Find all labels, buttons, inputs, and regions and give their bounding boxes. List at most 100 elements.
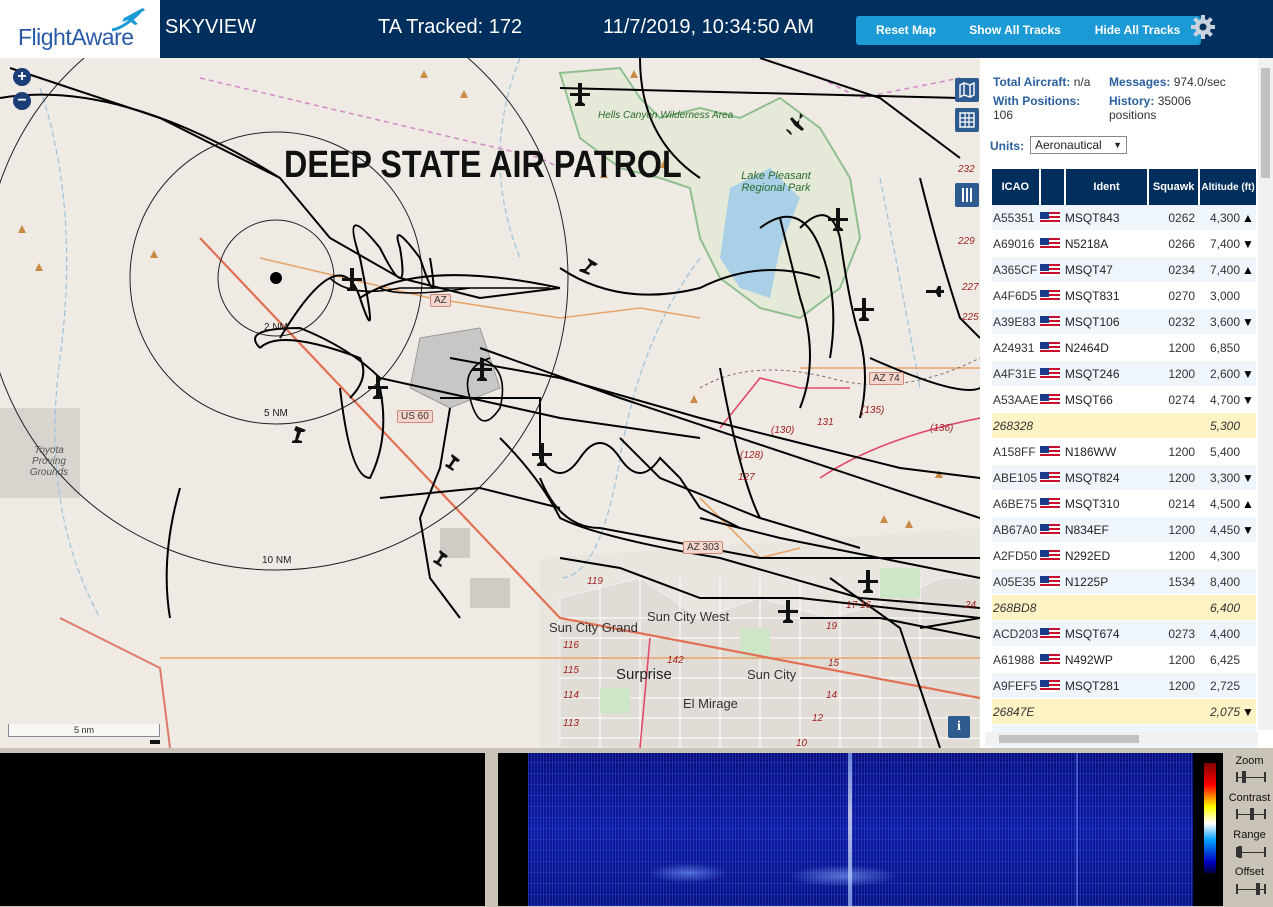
info-button[interactable]: i bbox=[948, 716, 970, 738]
aircraft-row[interactable]: A2FD50 N292ED 1200 4,300 bbox=[992, 542, 1256, 569]
scroll-thumb[interactable] bbox=[999, 735, 1139, 743]
route-135: (135) bbox=[861, 405, 885, 416]
altitude-trend-icon: ▼ bbox=[1240, 308, 1256, 335]
top-header: FlightAware SKYVIEW TA Tracked: 172 11/7… bbox=[0, 0, 1273, 58]
aircraft-icao: A4F31E bbox=[992, 360, 1040, 387]
aircraft-row[interactable]: AB67A0 N834EF 1200 4,450 ▼ bbox=[992, 516, 1256, 543]
offset-slider[interactable] bbox=[1236, 883, 1266, 895]
aircraft-row[interactable]: A9FEF5 MSQT281 1200 2,725 bbox=[992, 672, 1256, 699]
vertical-scrollbar[interactable] bbox=[1258, 58, 1273, 730]
grid-toggle-button[interactable] bbox=[955, 108, 979, 132]
aircraft-row[interactable]: ABE105 MSQT824 1200 3,300 ▼ bbox=[992, 464, 1256, 491]
aircraft-ident: N492WP bbox=[1064, 646, 1149, 673]
aircraft-row[interactable]: A69016 N5218A 0266 7,400 ▼ bbox=[992, 230, 1256, 257]
aircraft-row[interactable]: ACD203 MSQT674 0273 4,400 bbox=[992, 620, 1256, 647]
contrast-slider[interactable] bbox=[1236, 808, 1266, 820]
altitude-trend-icon: ▼ bbox=[1240, 386, 1256, 413]
route-17: 17 bbox=[846, 600, 858, 611]
messages-stat: Messages: 974.0/sec bbox=[1109, 75, 1226, 89]
flightaware-logo[interactable]: FlightAware bbox=[0, 0, 160, 58]
col-header-altitude[interactable]: Altitude (ft) bbox=[1199, 169, 1256, 205]
aircraft-row[interactable]: A05E35 N1225P 1534 8,400 bbox=[992, 568, 1256, 595]
aircraft-row[interactable]: A53AAE MSQT66 0274 4,700 ▼ bbox=[992, 386, 1256, 413]
route-16: 16 bbox=[860, 600, 872, 611]
us-flag-icon bbox=[1039, 654, 1060, 667]
us-flag-icon bbox=[1039, 368, 1060, 381]
country-flag-icon bbox=[1039, 516, 1065, 543]
range-slider[interactable] bbox=[1236, 846, 1266, 858]
tracked-count: TA Tracked: 172 bbox=[378, 16, 523, 38]
zoom-in-button[interactable]: + bbox=[13, 68, 31, 86]
aircraft-row[interactable]: A4F31E MSQT246 1200 2,600 ▼ bbox=[992, 360, 1256, 387]
zoom-slider[interactable] bbox=[1236, 771, 1266, 783]
road-sign-az: AZ bbox=[430, 294, 451, 307]
gear-icon[interactable] bbox=[1190, 14, 1216, 40]
route-131: 131 bbox=[817, 417, 834, 428]
spectrum-panel: Zoom Contrast Range Offset bbox=[0, 748, 1273, 907]
signal-line bbox=[1076, 753, 1078, 906]
aircraft-ident: MSQT106 bbox=[1064, 308, 1149, 335]
aircraft-row[interactable]: A4F6D5 MSQT831 0270 3,000 bbox=[992, 282, 1256, 309]
aircraft-ident: MSQT281 bbox=[1064, 672, 1149, 699]
altitude-trend-icon bbox=[1240, 412, 1256, 439]
road-sign-az303: AZ 303 bbox=[683, 541, 724, 554]
reset-map-button[interactable]: Reset Map bbox=[856, 16, 956, 45]
aircraft-ident: MSQT674 bbox=[1064, 620, 1149, 647]
aircraft-squawk: 0234 bbox=[1148, 256, 1200, 283]
aircraft-row[interactable]: A158FF N186WW 1200 5,400 bbox=[992, 438, 1256, 465]
label-el-mirage: El Mirage bbox=[683, 696, 738, 711]
aircraft-row[interactable]: 268BD8 6,400 bbox=[992, 594, 1256, 621]
aircraft-altitude: 4,500 bbox=[1199, 490, 1241, 517]
aircraft-icao: A158FF bbox=[992, 438, 1040, 465]
overlay-caption: DEEP STATE AIR PATROL bbox=[284, 144, 682, 186]
slider-knob[interactable] bbox=[1238, 846, 1242, 858]
route-227: 227 bbox=[962, 282, 979, 293]
show-all-tracks-button[interactable]: Show All Tracks bbox=[949, 16, 1081, 45]
aircraft-squawk: 0214 bbox=[1148, 490, 1200, 517]
scroll-thumb[interactable] bbox=[1261, 68, 1270, 178]
signal-line bbox=[848, 753, 852, 906]
aircraft-row[interactable]: A24931 N2464D 1200 6,850 bbox=[992, 334, 1256, 361]
route-15: 15 bbox=[828, 658, 840, 669]
route-19: 19 bbox=[826, 621, 838, 632]
horizontal-scrollbar[interactable] bbox=[985, 732, 1258, 746]
col-header-squawk[interactable]: Squawk bbox=[1148, 169, 1201, 205]
with-positions-label: With Positions: bbox=[993, 94, 1081, 108]
col-header-ident[interactable]: Ident bbox=[1064, 169, 1150, 205]
waterfall-display[interactable] bbox=[498, 753, 1223, 906]
map-icon bbox=[959, 81, 975, 99]
altitude-trend-icon bbox=[1240, 672, 1256, 699]
slider-knob[interactable] bbox=[1242, 771, 1246, 783]
column-toggle-button[interactable] bbox=[955, 183, 979, 207]
aircraft-ident: MSQT66 bbox=[1064, 386, 1149, 413]
slider-knob[interactable] bbox=[1256, 883, 1260, 895]
us-flag-icon bbox=[1039, 238, 1060, 251]
us-flag-icon bbox=[1039, 628, 1060, 641]
slider-knob[interactable] bbox=[1250, 808, 1254, 820]
units-select[interactable]: Aeronautical ▼ bbox=[1030, 136, 1127, 154]
aircraft-icao: ACD203 bbox=[992, 620, 1040, 647]
aircraft-altitude: 5,300 bbox=[1199, 412, 1241, 439]
altitude-trend-icon: ▼ bbox=[1240, 698, 1256, 725]
aircraft-row[interactable]: A55351 MSQT843 0262 4,300 ▲ bbox=[992, 205, 1256, 231]
col-header-flag[interactable] bbox=[1039, 169, 1066, 205]
aircraft-squawk: 1200 bbox=[1148, 516, 1200, 543]
aircraft-icao: A69016 bbox=[992, 230, 1040, 257]
map-layers-button[interactable] bbox=[955, 78, 979, 102]
country-flag-icon bbox=[1039, 438, 1065, 465]
zoom-out-button[interactable]: − bbox=[13, 92, 31, 110]
country-flag-icon bbox=[1039, 386, 1065, 413]
hide-all-tracks-button[interactable]: Hide All Tracks bbox=[1074, 16, 1201, 45]
aircraft-row[interactable]: A6BE75 MSQT310 0214 4,500 ▲ bbox=[992, 490, 1256, 517]
units-value: Aeronautical bbox=[1035, 138, 1102, 152]
aircraft-row[interactable]: A39E83 MSQT106 0232 3,600 ▼ bbox=[992, 308, 1256, 335]
aircraft-row[interactable]: A61988 N492WP 1200 6,425 bbox=[992, 646, 1256, 673]
route-142: 142 bbox=[667, 655, 684, 666]
aircraft-row[interactable]: 26847E 2,075 ▼ bbox=[992, 698, 1256, 725]
aircraft-row[interactable]: A365CF MSQT47 0234 7,400 ▲ bbox=[992, 256, 1256, 283]
aircraft-ident: N834EF bbox=[1064, 516, 1149, 543]
col-header-icao[interactable]: ICAO bbox=[992, 169, 1041, 205]
map-view[interactable]: DEEP STATE AIR PATROL Hells Canyon Wilde… bbox=[0, 58, 980, 748]
aircraft-altitude: 6,425 bbox=[1199, 646, 1241, 673]
aircraft-row[interactable]: 268328 5,300 bbox=[992, 412, 1256, 439]
